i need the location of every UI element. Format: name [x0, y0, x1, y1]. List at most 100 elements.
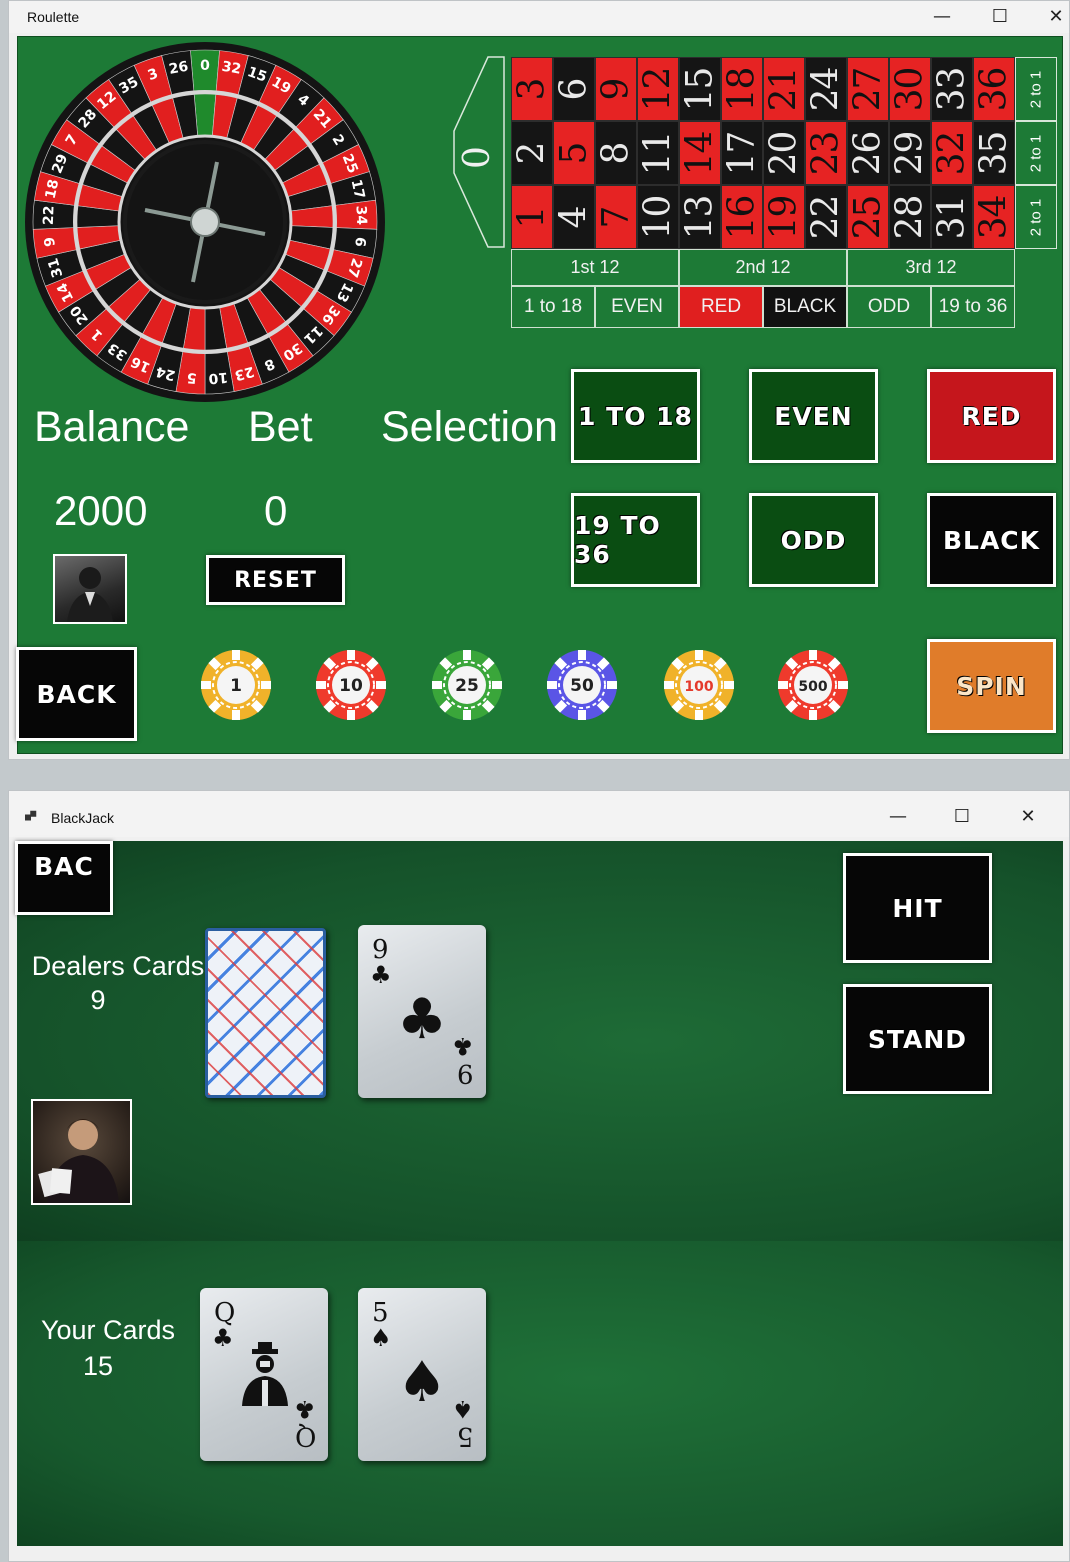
card-rank: 5 [457, 1421, 474, 1451]
number-cell[interactable]: 36 [973, 57, 1015, 121]
maximize-button[interactable]: ☐ [977, 3, 1023, 31]
close-button[interactable]: ✕ [1005, 803, 1051, 831]
number-cell[interactable]: 35 [973, 121, 1015, 185]
number-label: 11 [637, 131, 679, 175]
number-label: 22 [805, 195, 847, 239]
number-cell[interactable]: 32 [931, 121, 973, 185]
number-cell[interactable]: 16 [721, 185, 763, 249]
number-cell[interactable]: 19 [763, 185, 805, 249]
number-label: 29 [889, 131, 931, 175]
roulette-felt: 0 32 15 19 4 21 2 25 17 34 6 27 13 36 11 30 8 23 10 5 24 16 33… [16, 36, 1063, 754]
minimize-button[interactable]: — [875, 803, 921, 831]
number-label: 16 [721, 195, 763, 239]
number-label: 7 [595, 206, 637, 228]
number-cell[interactable]: 34 [973, 185, 1015, 249]
wheel-number: 26 [168, 59, 190, 78]
number-label: 31 [931, 195, 973, 239]
number-cell[interactable]: 13 [679, 185, 721, 249]
low-bet-button[interactable]: 1 TO 18 [571, 369, 700, 463]
chip-50[interactable]: 50 [546, 649, 618, 721]
number-label: 27 [847, 67, 889, 111]
minimize-button[interactable]: — [919, 3, 965, 31]
high-bet-button[interactable]: 19 TO 36 [571, 493, 700, 587]
dozen-bet-cell[interactable]: 2nd 12 [679, 249, 847, 286]
person-icon [67, 567, 113, 622]
player-avatar [53, 554, 127, 624]
number-cell[interactable]: 28 [889, 185, 931, 249]
outside-bet-cell[interactable]: 19 to 36 [931, 286, 1015, 328]
reset-button[interactable]: RESET [206, 555, 345, 605]
number-label: 9 [595, 78, 637, 100]
number-cell[interactable]: 17 [721, 121, 763, 185]
number-cell[interactable]: 18 [721, 57, 763, 121]
number-cell[interactable]: 3 [511, 57, 553, 121]
even-bet-button[interactable]: EVEN [749, 369, 878, 463]
outside-bet-cell[interactable]: 1 to 18 [511, 286, 595, 328]
number-cell[interactable]: 33 [931, 57, 973, 121]
chip-500[interactable]: 500 [777, 649, 849, 721]
outside-bet-cell[interactable]: ODD [847, 286, 931, 328]
outside-bet-cell[interactable]: RED [679, 286, 763, 328]
maximize-button[interactable]: ☐ [939, 803, 985, 831]
odd-bet-button[interactable]: ODD [749, 493, 878, 587]
number-cell[interactable]: 25 [847, 185, 889, 249]
dozen-bet-cell[interactable]: 1st 12 [511, 249, 679, 286]
number-cell[interactable]: 6 [553, 57, 595, 121]
window-title: BlackJack [51, 810, 115, 826]
number-cell[interactable]: 30 [889, 57, 931, 121]
number-cell[interactable]: 9 [595, 57, 637, 121]
stand-button[interactable]: STAND [843, 984, 992, 1094]
number-cell[interactable]: 26 [847, 121, 889, 185]
selection-label: Selection [381, 403, 558, 451]
number-cell[interactable]: 24 [805, 57, 847, 121]
column-bet-cell[interactable]: 2 to 1 [1015, 185, 1057, 249]
person-icon [38, 1119, 119, 1203]
dealer-card: 9 ♣ ♣ ♣ 9 [358, 925, 486, 1098]
number-cell[interactable]: 29 [889, 121, 931, 185]
number-cell[interactable]: 27 [847, 57, 889, 121]
back-button[interactable]: BACK [16, 647, 137, 741]
number-cell[interactable]: 7 [595, 185, 637, 249]
back-button[interactable]: BAC [15, 841, 113, 915]
chip-100[interactable]: 100 [663, 649, 735, 721]
spin-button[interactable]: SPIN [927, 639, 1056, 733]
number-cell[interactable]: 1 [511, 185, 553, 249]
number-label: 19 [763, 195, 805, 239]
number-cell[interactable]: 14 [679, 121, 721, 185]
number-cell[interactable]: 21 [763, 57, 805, 121]
black-bet-button[interactable]: BLACK [927, 493, 1056, 587]
chip-10[interactable]: 10 [315, 649, 387, 721]
number-cell[interactable]: 5 [553, 121, 595, 185]
column-bet-cell[interactable]: 2 to 1 [1015, 121, 1057, 185]
red-bet-button[interactable]: RED [927, 369, 1056, 463]
outside-bet-cell[interactable]: BLACK [763, 286, 847, 328]
number-cell[interactable]: 12 [637, 57, 679, 121]
number-cell[interactable]: 23 [805, 121, 847, 185]
number-label: 25 [847, 195, 889, 239]
number-label: 8 [595, 142, 637, 164]
number-cell[interactable]: 8 [595, 121, 637, 185]
hit-button[interactable]: HIT [843, 853, 992, 963]
outside-bet-cell[interactable]: EVEN [595, 286, 679, 328]
number-cell[interactable]: 10 [637, 185, 679, 249]
dozen-bet-cell[interactable]: 3rd 12 [847, 249, 1015, 286]
number-cell[interactable]: 20 [763, 121, 805, 185]
chip-25[interactable]: 25 [431, 649, 503, 721]
close-button[interactable]: ✕ [1033, 3, 1070, 31]
number-cell[interactable]: 11 [637, 121, 679, 185]
number-label: 28 [889, 195, 931, 239]
bet-label: Bet [248, 403, 313, 451]
chip-1[interactable]: 1 [200, 649, 272, 721]
number-label: 15 [679, 67, 721, 111]
number-label: 32 [931, 131, 973, 175]
number-cell[interactable]: 22 [805, 185, 847, 249]
number-cell[interactable]: 2 [511, 121, 553, 185]
number-cell[interactable]: 31 [931, 185, 973, 249]
column-bet-label: 2 to 1 [1027, 198, 1045, 236]
number-label: 14 [679, 131, 721, 175]
clubs-icon: ♣ [370, 961, 392, 989]
column-bet-cell[interactable]: 2 to 1 [1015, 57, 1057, 121]
number-cell[interactable]: 15 [679, 57, 721, 121]
chip-value: 500 [798, 679, 827, 695]
number-cell[interactable]: 4 [553, 185, 595, 249]
